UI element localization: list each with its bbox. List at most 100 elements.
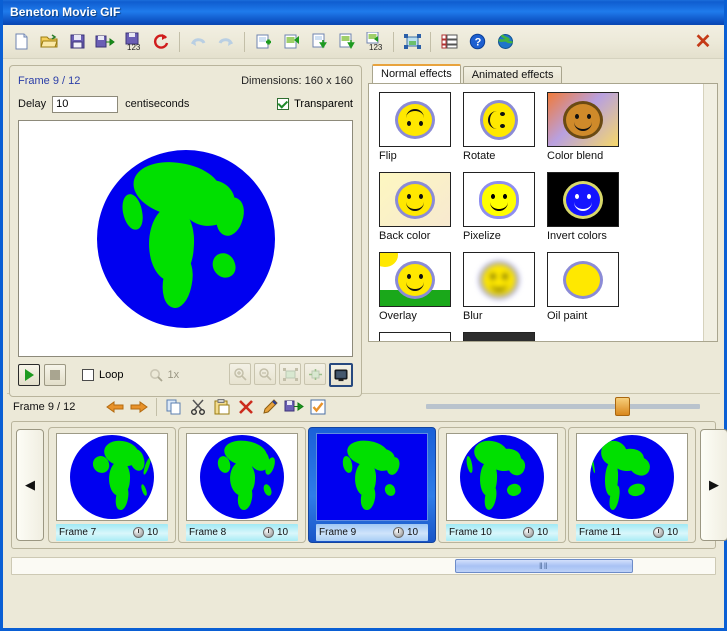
loop-label: Loop xyxy=(99,369,124,381)
effect-thumbnail-rotate[interactable] xyxy=(463,92,535,147)
play-button[interactable] xyxy=(18,364,40,386)
zoom-fit-button[interactable] xyxy=(279,363,301,385)
frame-name-label: Frame 8 xyxy=(189,527,227,538)
export-numbered-button[interactable]: 123 xyxy=(361,28,389,56)
scrollbar-thumb[interactable]: ‖‖ xyxy=(454,559,633,573)
transparent-checkbox[interactable] xyxy=(277,98,290,110)
frame-thumbnail[interactable]: Frame 7 10 xyxy=(48,427,176,543)
frames-strip: ◀ Frame 7 10 Frame 8 10 Frame 9 10 Frame 10 10 F… xyxy=(11,421,727,549)
effect-thumbnail-edges[interactable] xyxy=(463,332,535,341)
frames-scroll-zone: ‖‖ xyxy=(11,555,716,577)
effect-label: Back color xyxy=(379,230,431,242)
strip-scroll-left-button[interactable]: ◀ xyxy=(16,429,44,541)
effect-thumbnail-overlay[interactable] xyxy=(379,252,451,307)
cut-frame-button[interactable] xyxy=(186,396,210,418)
effect-label: Rotate xyxy=(463,150,496,162)
new-file-button[interactable] xyxy=(7,28,35,56)
smiley-icon xyxy=(395,180,435,219)
zoom-actual-button[interactable] xyxy=(304,363,326,385)
main-content: Frame 9 / 12 Dimensions: 160 x 160 Delay… xyxy=(3,59,724,397)
reload-button[interactable] xyxy=(147,28,175,56)
close-button[interactable]: ✕ xyxy=(692,31,714,53)
extract-all-button[interactable] xyxy=(333,28,361,56)
undo-button[interactable] xyxy=(184,28,212,56)
main-toolbar: 123 123 ? ✕ xyxy=(3,25,724,59)
effect-thumbnail-flip[interactable] xyxy=(379,92,451,147)
effect-label: Pixelize xyxy=(463,230,501,242)
previous-frame-button[interactable] xyxy=(103,396,127,418)
loop-checkbox[interactable] xyxy=(82,369,94,381)
effect-item-backcolor[interactable]: Back color xyxy=(379,172,463,242)
transparent-checkbox-group[interactable]: Transparent xyxy=(277,98,353,110)
effect-item-flip[interactable]: Flip xyxy=(379,92,463,162)
effect-thumbnail-backcolor[interactable] xyxy=(379,172,451,227)
effect-item-blur[interactable]: Blur xyxy=(463,252,547,322)
website-globe-button[interactable] xyxy=(491,28,519,56)
redo-button[interactable] xyxy=(212,28,240,56)
frame-delay-label: 10 xyxy=(407,527,419,538)
edit-frame-button[interactable] xyxy=(258,396,282,418)
delay-input[interactable] xyxy=(52,95,119,113)
tab-animated-effects[interactable]: Animated effects xyxy=(462,66,563,83)
effect-thumbnail-pixelize[interactable] xyxy=(463,172,535,227)
dimensions-label: Dimensions: 160 x 160 xyxy=(241,74,353,87)
frame-caption: Frame 9 10 xyxy=(316,524,428,541)
next-frame-button[interactable] xyxy=(127,396,151,418)
frame-list-button[interactable] xyxy=(435,28,463,56)
zoom-out-button[interactable] xyxy=(254,363,276,385)
clock-icon xyxy=(133,527,144,538)
export-frame-button[interactable] xyxy=(282,396,306,418)
effect-thumbnail-oilpaint[interactable] xyxy=(547,252,619,307)
effect-item-edges[interactable]: Detect edges xyxy=(463,332,547,341)
effect-item-colorblend[interactable]: Color blend xyxy=(547,92,631,162)
frame-thumbnail[interactable]: Frame 10 10 xyxy=(438,427,566,543)
sun-icon xyxy=(380,253,398,267)
frame-thumbnail[interactable]: Frame 11 10 xyxy=(568,427,696,543)
preview-canvas[interactable] xyxy=(18,120,353,357)
slider-thumb[interactable] xyxy=(614,397,630,416)
delete-frame-button[interactable] xyxy=(234,396,258,418)
frame-thumbnail[interactable]: Frame 9 10 xyxy=(308,427,436,543)
application-window: Beneton Movie GIF 123 123 ? ✕ Frame 9 / … xyxy=(0,0,727,631)
save-numbered-button[interactable]: 123 xyxy=(119,28,147,56)
thumbnail-size-slider[interactable] xyxy=(398,397,720,417)
toolbar-separator xyxy=(244,31,245,52)
effect-item-bw[interactable]: Black & white xyxy=(379,332,463,341)
help-question-button[interactable]: ? xyxy=(463,28,491,56)
svg-text:123: 123 xyxy=(369,43,383,51)
loop-checkbox-group[interactable]: Loop xyxy=(82,369,123,381)
zoom-in-button[interactable] xyxy=(229,363,251,385)
zoom-level-label: 1x xyxy=(167,369,180,381)
delay-units-label: centiseconds xyxy=(125,98,190,110)
paste-frame-button[interactable] xyxy=(210,396,234,418)
resize-canvas-button[interactable] xyxy=(398,28,426,56)
stop-button[interactable] xyxy=(44,364,66,386)
effect-thumbnail-blur[interactable] xyxy=(463,252,535,307)
effect-item-pixelize[interactable]: Pixelize xyxy=(463,172,547,242)
copy-frame-button[interactable] xyxy=(162,396,186,418)
effects-scrollbar[interactable] xyxy=(703,84,717,341)
frames-toolbar: Frame 9 / 12 xyxy=(7,394,720,419)
frame-caption: Frame 7 10 xyxy=(56,524,168,541)
apply-frame-button[interactable] xyxy=(306,396,330,418)
effect-item-oilpaint[interactable]: Oil paint xyxy=(547,252,631,322)
frames-horizontal-scrollbar[interactable]: ‖‖ xyxy=(11,557,716,575)
frame-thumbnail[interactable]: Frame 8 10 xyxy=(178,427,306,543)
save-as-button[interactable] xyxy=(91,28,119,56)
effect-item-overlay[interactable]: Overlay xyxy=(379,252,463,322)
insert-image-button[interactable] xyxy=(277,28,305,56)
save-file-button[interactable] xyxy=(63,28,91,56)
smiley-icon xyxy=(395,260,435,299)
tab-normal-effects[interactable]: Normal effects xyxy=(372,64,461,83)
open-file-button[interactable] xyxy=(35,28,63,56)
effect-thumbnail-invert[interactable] xyxy=(547,172,619,227)
new-frame-button[interactable] xyxy=(249,28,277,56)
extract-frame-button[interactable] xyxy=(305,28,333,56)
effect-thumbnail-bw[interactable] xyxy=(379,332,451,341)
fullscreen-preview-button[interactable] xyxy=(329,363,353,387)
effect-thumbnail-colorblend[interactable] xyxy=(547,92,619,147)
effect-item-rotate[interactable]: Rotate xyxy=(463,92,547,162)
strip-scroll-right-button[interactable]: ▶ xyxy=(700,429,727,541)
arrow-left-icon: ◀ xyxy=(25,477,35,492)
effect-item-invert[interactable]: Invert colors xyxy=(547,172,631,242)
